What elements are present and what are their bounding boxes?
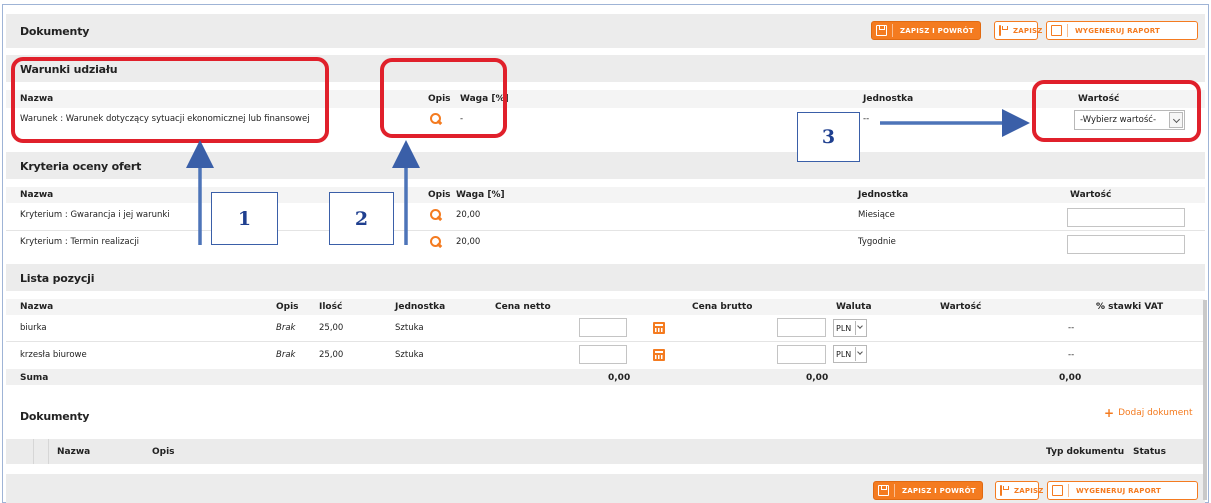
annotation-arrows	[186, 109, 1030, 245]
annotation-badge-3: 3	[797, 112, 860, 162]
annotation-badge-1: 1	[211, 192, 278, 245]
annotation-badge-2: 2	[329, 192, 394, 245]
